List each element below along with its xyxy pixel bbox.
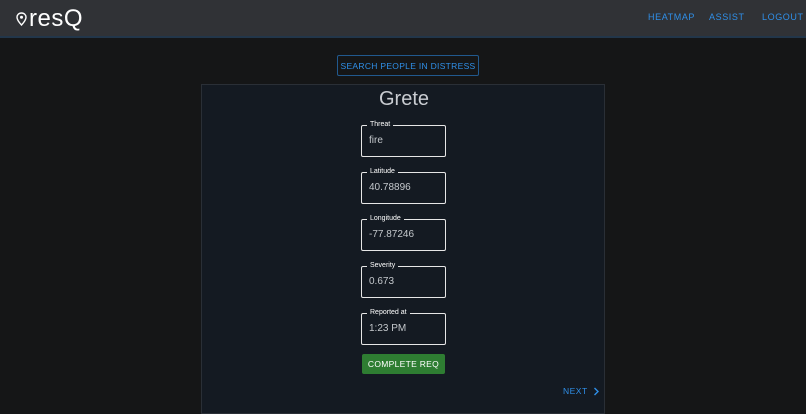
reported-at-field[interactable]: Reported at 1:23 PM [361, 308, 446, 345]
complete-request-button[interactable]: COMPLETE REQ [362, 354, 445, 374]
latitude-value: 40.78896 [369, 182, 411, 193]
reported-at-value: 1:23 PM [369, 323, 407, 334]
longitude-value: -77.87246 [369, 229, 415, 240]
distress-request-card: Grete Threat fire Latitude 40.78896 Long… [201, 84, 605, 414]
severity-label: Severity [367, 261, 399, 271]
longitude-label: Longitude [367, 214, 404, 224]
nav-logout[interactable]: LOGOUT [762, 12, 804, 22]
latitude-field[interactable]: Latitude 40.78896 [361, 167, 446, 204]
brand-name: resQ [29, 5, 84, 32]
top-app-bar: resQ HEATMAP ASSIST LOGOUT [0, 0, 806, 38]
brand-logo[interactable]: resQ [16, 5, 83, 33]
latitude-label: Latitude [367, 167, 398, 177]
search-people-button[interactable]: SEARCH PEOPLE IN DISTRESS [337, 55, 479, 76]
threat-value: fire [369, 135, 383, 146]
nav-heatmap[interactable]: HEATMAP [648, 12, 695, 22]
next-button[interactable]: NEXT [563, 386, 600, 396]
longitude-field[interactable]: Longitude -77.87246 [361, 214, 446, 251]
next-label: NEXT [563, 386, 588, 396]
person-name: Grete [378, 88, 430, 110]
severity-field[interactable]: Severity 0.673 [361, 261, 446, 298]
severity-value: 0.673 [369, 276, 395, 287]
location-pin-icon [16, 12, 27, 26]
chevron-right-icon [593, 387, 599, 395]
reported-at-label: Reported at [367, 308, 410, 318]
nav-assist[interactable]: ASSIST [709, 12, 745, 22]
threat-field[interactable]: Threat fire [361, 120, 446, 157]
threat-label: Threat [367, 120, 394, 130]
